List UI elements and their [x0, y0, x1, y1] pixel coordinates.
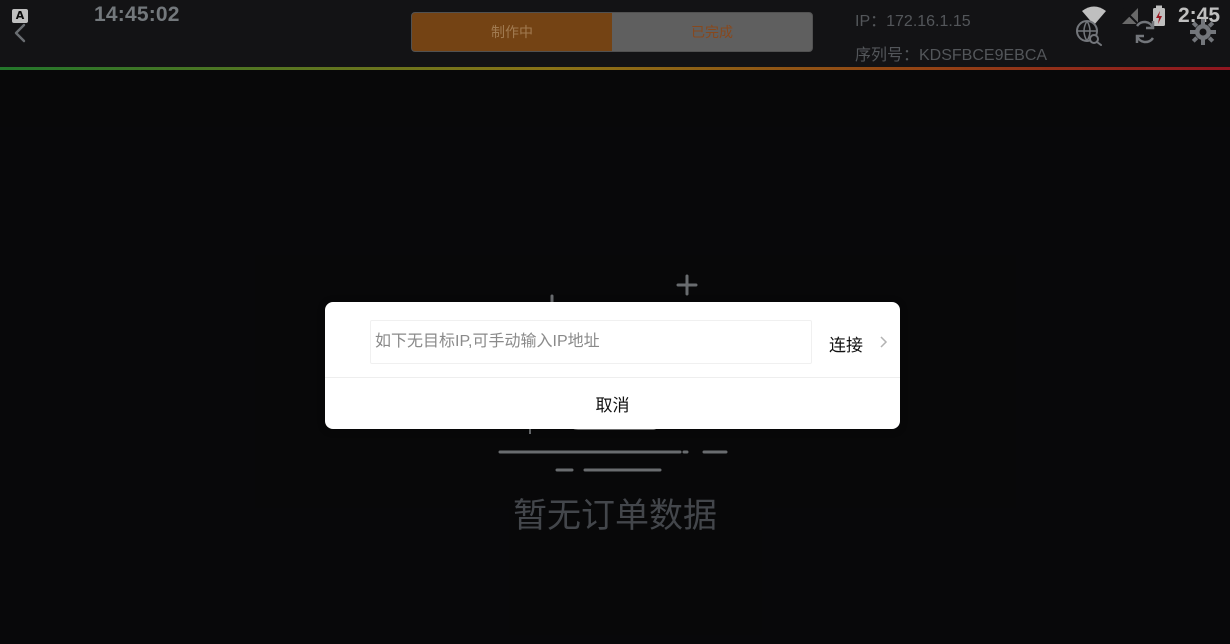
ip-input[interactable]	[370, 320, 812, 364]
tab-done[interactable]: 已完成	[612, 13, 812, 51]
order-tabs: 制作中 已完成	[411, 12, 813, 52]
chevron-right-icon[interactable]	[878, 335, 888, 349]
a-badge-icon: A	[12, 9, 28, 23]
cancel-button[interactable]: 取消	[325, 378, 900, 429]
serial-number: 序列号：KDSFBCE9EBCA	[855, 47, 1048, 64]
chevron-left-icon[interactable]	[12, 22, 28, 44]
gear-icon[interactable]	[1189, 18, 1217, 46]
ip-connect-dialog: 连接 取消	[325, 302, 900, 429]
globe-search-icon[interactable]	[1075, 18, 1103, 46]
connect-button[interactable]: 连接	[829, 331, 863, 356]
ip-address: IP：172.16.1.15	[855, 13, 971, 30]
tab-making[interactable]: 制作中	[412, 13, 612, 51]
refresh-icon[interactable]	[1131, 18, 1159, 46]
clock-left: 14:45:02	[94, 3, 180, 26]
app-screen: A 14:45:02 制作中 已完成 IP：172.16.1.15 序列号：KD…	[0, 0, 1230, 644]
top-bar: A 14:45:02 制作中 已完成 IP：172.16.1.15 序列号：KD…	[0, 0, 1230, 70]
empty-state-text: 暂无订单数据	[513, 496, 717, 536]
